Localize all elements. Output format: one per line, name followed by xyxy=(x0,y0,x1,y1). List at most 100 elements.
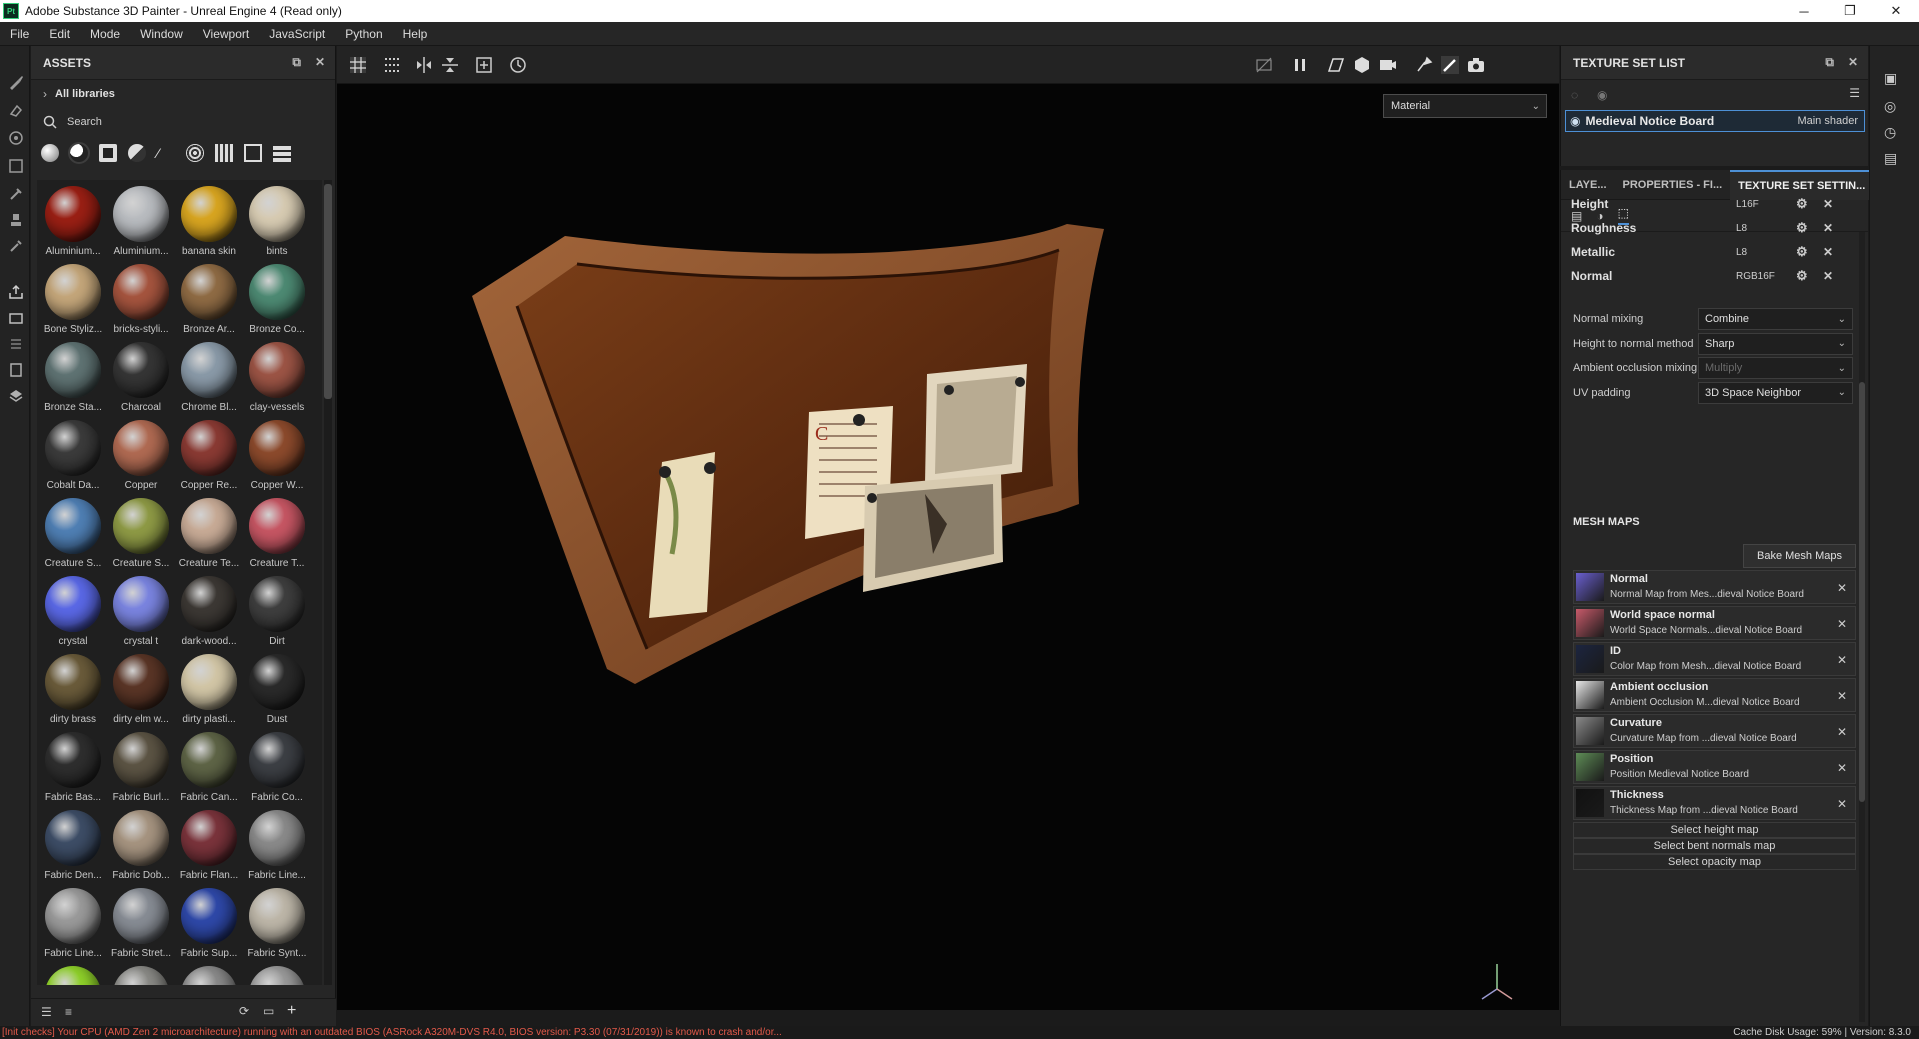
list-menu-icon[interactable]: ☰ xyxy=(1849,86,1860,100)
remove-channel-icon[interactable]: ✕ xyxy=(1823,269,1833,283)
menu-python[interactable]: Python xyxy=(335,27,392,41)
clone-icon[interactable] xyxy=(8,212,24,228)
asset-tile[interactable] xyxy=(39,960,107,985)
asset-tile[interactable]: Fabric Stret... xyxy=(107,882,175,960)
asset-tile[interactable]: Creature S... xyxy=(107,492,175,570)
menu-mode[interactable]: Mode xyxy=(80,27,130,41)
log-icon[interactable]: ▤ xyxy=(1884,150,1897,167)
select-map-button[interactable]: Select opacity map xyxy=(1573,854,1856,870)
close-panel-icon[interactable]: ✕ xyxy=(1848,55,1858,70)
asset-tile[interactable]: Fabric Burl... xyxy=(107,726,175,804)
mask-filter-icon[interactable] xyxy=(99,144,117,162)
stack-icon[interactable] xyxy=(8,336,24,352)
asset-tile[interactable]: Bone Styliz... xyxy=(39,258,107,336)
mesh-map-slot[interactable]: Position Position Medieval Notice Board ✕ xyxy=(1573,750,1856,784)
asset-tile[interactable]: Cobalt Da... xyxy=(39,414,107,492)
asset-tile[interactable]: dirty brass xyxy=(39,648,107,726)
channel-format[interactable]: L16F xyxy=(1736,199,1759,210)
bake-icon[interactable] xyxy=(8,310,24,326)
asset-tile[interactable]: Fabric Dob... xyxy=(107,804,175,882)
menu-file[interactable]: File xyxy=(0,27,39,41)
mesh-map-slot[interactable]: Ambient occlusion Ambient Occlusion M...d… xyxy=(1573,678,1856,712)
shader-settings-icon[interactable]: ◎ xyxy=(1884,98,1896,115)
menu-help[interactable]: Help xyxy=(393,27,438,41)
paint-mode-icon[interactable] xyxy=(1441,56,1459,74)
remove-map-icon[interactable]: ✕ xyxy=(1837,653,1847,667)
folder-icon[interactable]: ▭ xyxy=(263,1004,274,1018)
light-icon[interactable] xyxy=(1415,56,1433,74)
visibility-icon[interactable]: ◉ xyxy=(1597,88,1607,102)
remove-map-icon[interactable]: ✕ xyxy=(1837,761,1847,775)
asset-tile[interactable]: Creature Te... xyxy=(175,492,243,570)
gear-icon[interactable]: ⚙ xyxy=(1796,220,1808,236)
remove-channel-icon[interactable]: ✕ xyxy=(1823,221,1833,235)
notice-board-model[interactable]: C xyxy=(337,84,1559,1010)
mesh-map-slot[interactable]: ID Color Map from Mesh...dieval Notice Bo… xyxy=(1573,642,1856,676)
smart-mask-filter-icon[interactable] xyxy=(128,144,146,162)
3d-viewport[interactable]: C Material ⌄ xyxy=(337,84,1559,1010)
texture-set-item[interactable]: ◉ Medieval Notice Board Main shader xyxy=(1565,110,1865,132)
remove-map-icon[interactable]: ✕ xyxy=(1837,725,1847,739)
channel-format[interactable]: RGB16F xyxy=(1736,271,1775,282)
search-field[interactable]: Search xyxy=(31,108,335,136)
library-selector[interactable]: › All libraries xyxy=(31,80,335,108)
pause-icon[interactable] xyxy=(1291,56,1309,74)
asset-tile[interactable]: Dust xyxy=(243,648,311,726)
texture-filter-icon[interactable] xyxy=(215,144,233,162)
asset-tile[interactable]: banana skin xyxy=(175,180,243,258)
library-icon[interactable] xyxy=(8,388,24,404)
close-button[interactable]: ✕ xyxy=(1873,0,1919,22)
remove-channel-icon[interactable]: ✕ xyxy=(1823,245,1833,259)
asset-tile[interactable]: Fabric Flan... xyxy=(175,804,243,882)
remove-map-icon[interactable]: ✕ xyxy=(1837,581,1847,595)
property-select[interactable]: Combine ⌄ xyxy=(1698,308,1853,330)
2d-view-icon[interactable] xyxy=(1327,56,1345,74)
property-select[interactable]: 3D Space Neighbor ⌄ xyxy=(1698,381,1853,404)
mesh-map-slot[interactable]: Normal Normal Map from Mes...dieval Notic… xyxy=(1573,570,1856,604)
asset-tile[interactable]: Copper xyxy=(107,414,175,492)
hide-icon[interactable] xyxy=(1255,56,1273,74)
float-panel-icon[interactable]: ⧉ xyxy=(1825,55,1834,70)
remove-map-icon[interactable]: ✕ xyxy=(1837,797,1847,811)
asset-tile[interactable]: Dirt xyxy=(243,570,311,648)
asset-tile[interactable]: Fabric Bas... xyxy=(39,726,107,804)
environment-filter-icon[interactable] xyxy=(244,144,262,162)
remove-map-icon[interactable]: ✕ xyxy=(1837,689,1847,703)
asset-tile[interactable]: Creature S... xyxy=(39,492,107,570)
collapse-icon[interactable]: ≡ xyxy=(65,1005,72,1019)
menu-edit[interactable]: Edit xyxy=(39,27,80,41)
channel-row[interactable]: Height L16F ⚙ ✕ xyxy=(1571,192,1851,216)
eye-icon[interactable]: ◉ xyxy=(1570,114,1580,128)
grid-view-icon[interactable] xyxy=(273,144,291,162)
asset-tile[interactable]: crystal xyxy=(39,570,107,648)
history-icon[interactable] xyxy=(509,56,527,74)
asset-tile[interactable]: bricks-styli... xyxy=(107,258,175,336)
asset-tile[interactable] xyxy=(243,960,311,985)
screenshot-icon[interactable] xyxy=(1467,56,1485,74)
asset-scrollbar[interactable] xyxy=(324,180,332,985)
mesh-map-slot[interactable]: Curvature Curvature Map from ...dieval No… xyxy=(1573,714,1856,748)
asset-tile[interactable]: Copper Re... xyxy=(175,414,243,492)
close-panel-icon[interactable]: ✕ xyxy=(315,55,325,70)
brush-filter-icon[interactable]: ⁄ xyxy=(157,144,175,162)
asset-tile[interactable]: Bronze Sta... xyxy=(39,336,107,414)
select-map-button[interactable]: Select bent normals map xyxy=(1573,838,1856,854)
asset-tile[interactable]: Fabric Synt... xyxy=(243,882,311,960)
remove-map-icon[interactable]: ✕ xyxy=(1837,617,1847,631)
channel-format[interactable]: L8 xyxy=(1736,223,1747,234)
gear-icon[interactable]: ⚙ xyxy=(1796,244,1808,260)
channel-row[interactable]: Normal RGB16F ⚙ ✕ xyxy=(1571,264,1851,288)
asset-tile[interactable]: Copper W... xyxy=(243,414,311,492)
settings-scrollbar[interactable] xyxy=(1859,232,1865,1022)
property-select[interactable]: Sharp ⌄ xyxy=(1698,332,1853,355)
render-icon[interactable] xyxy=(8,362,24,378)
mirror-icon[interactable] xyxy=(441,56,459,74)
select-map-button[interactable]: Select height map xyxy=(1573,822,1856,838)
add-icon[interactable]: + xyxy=(287,1002,296,1020)
asset-tile[interactable]: Aluminium... xyxy=(39,180,107,258)
refresh-icon[interactable]: ⟳ xyxy=(239,1004,249,1018)
chat-icon[interactable]: ▣ xyxy=(1884,70,1897,87)
camera-icon[interactable] xyxy=(1379,56,1397,74)
asset-tile[interactable]: Fabric Line... xyxy=(243,804,311,882)
polygon-fill-icon[interactable] xyxy=(8,158,24,174)
